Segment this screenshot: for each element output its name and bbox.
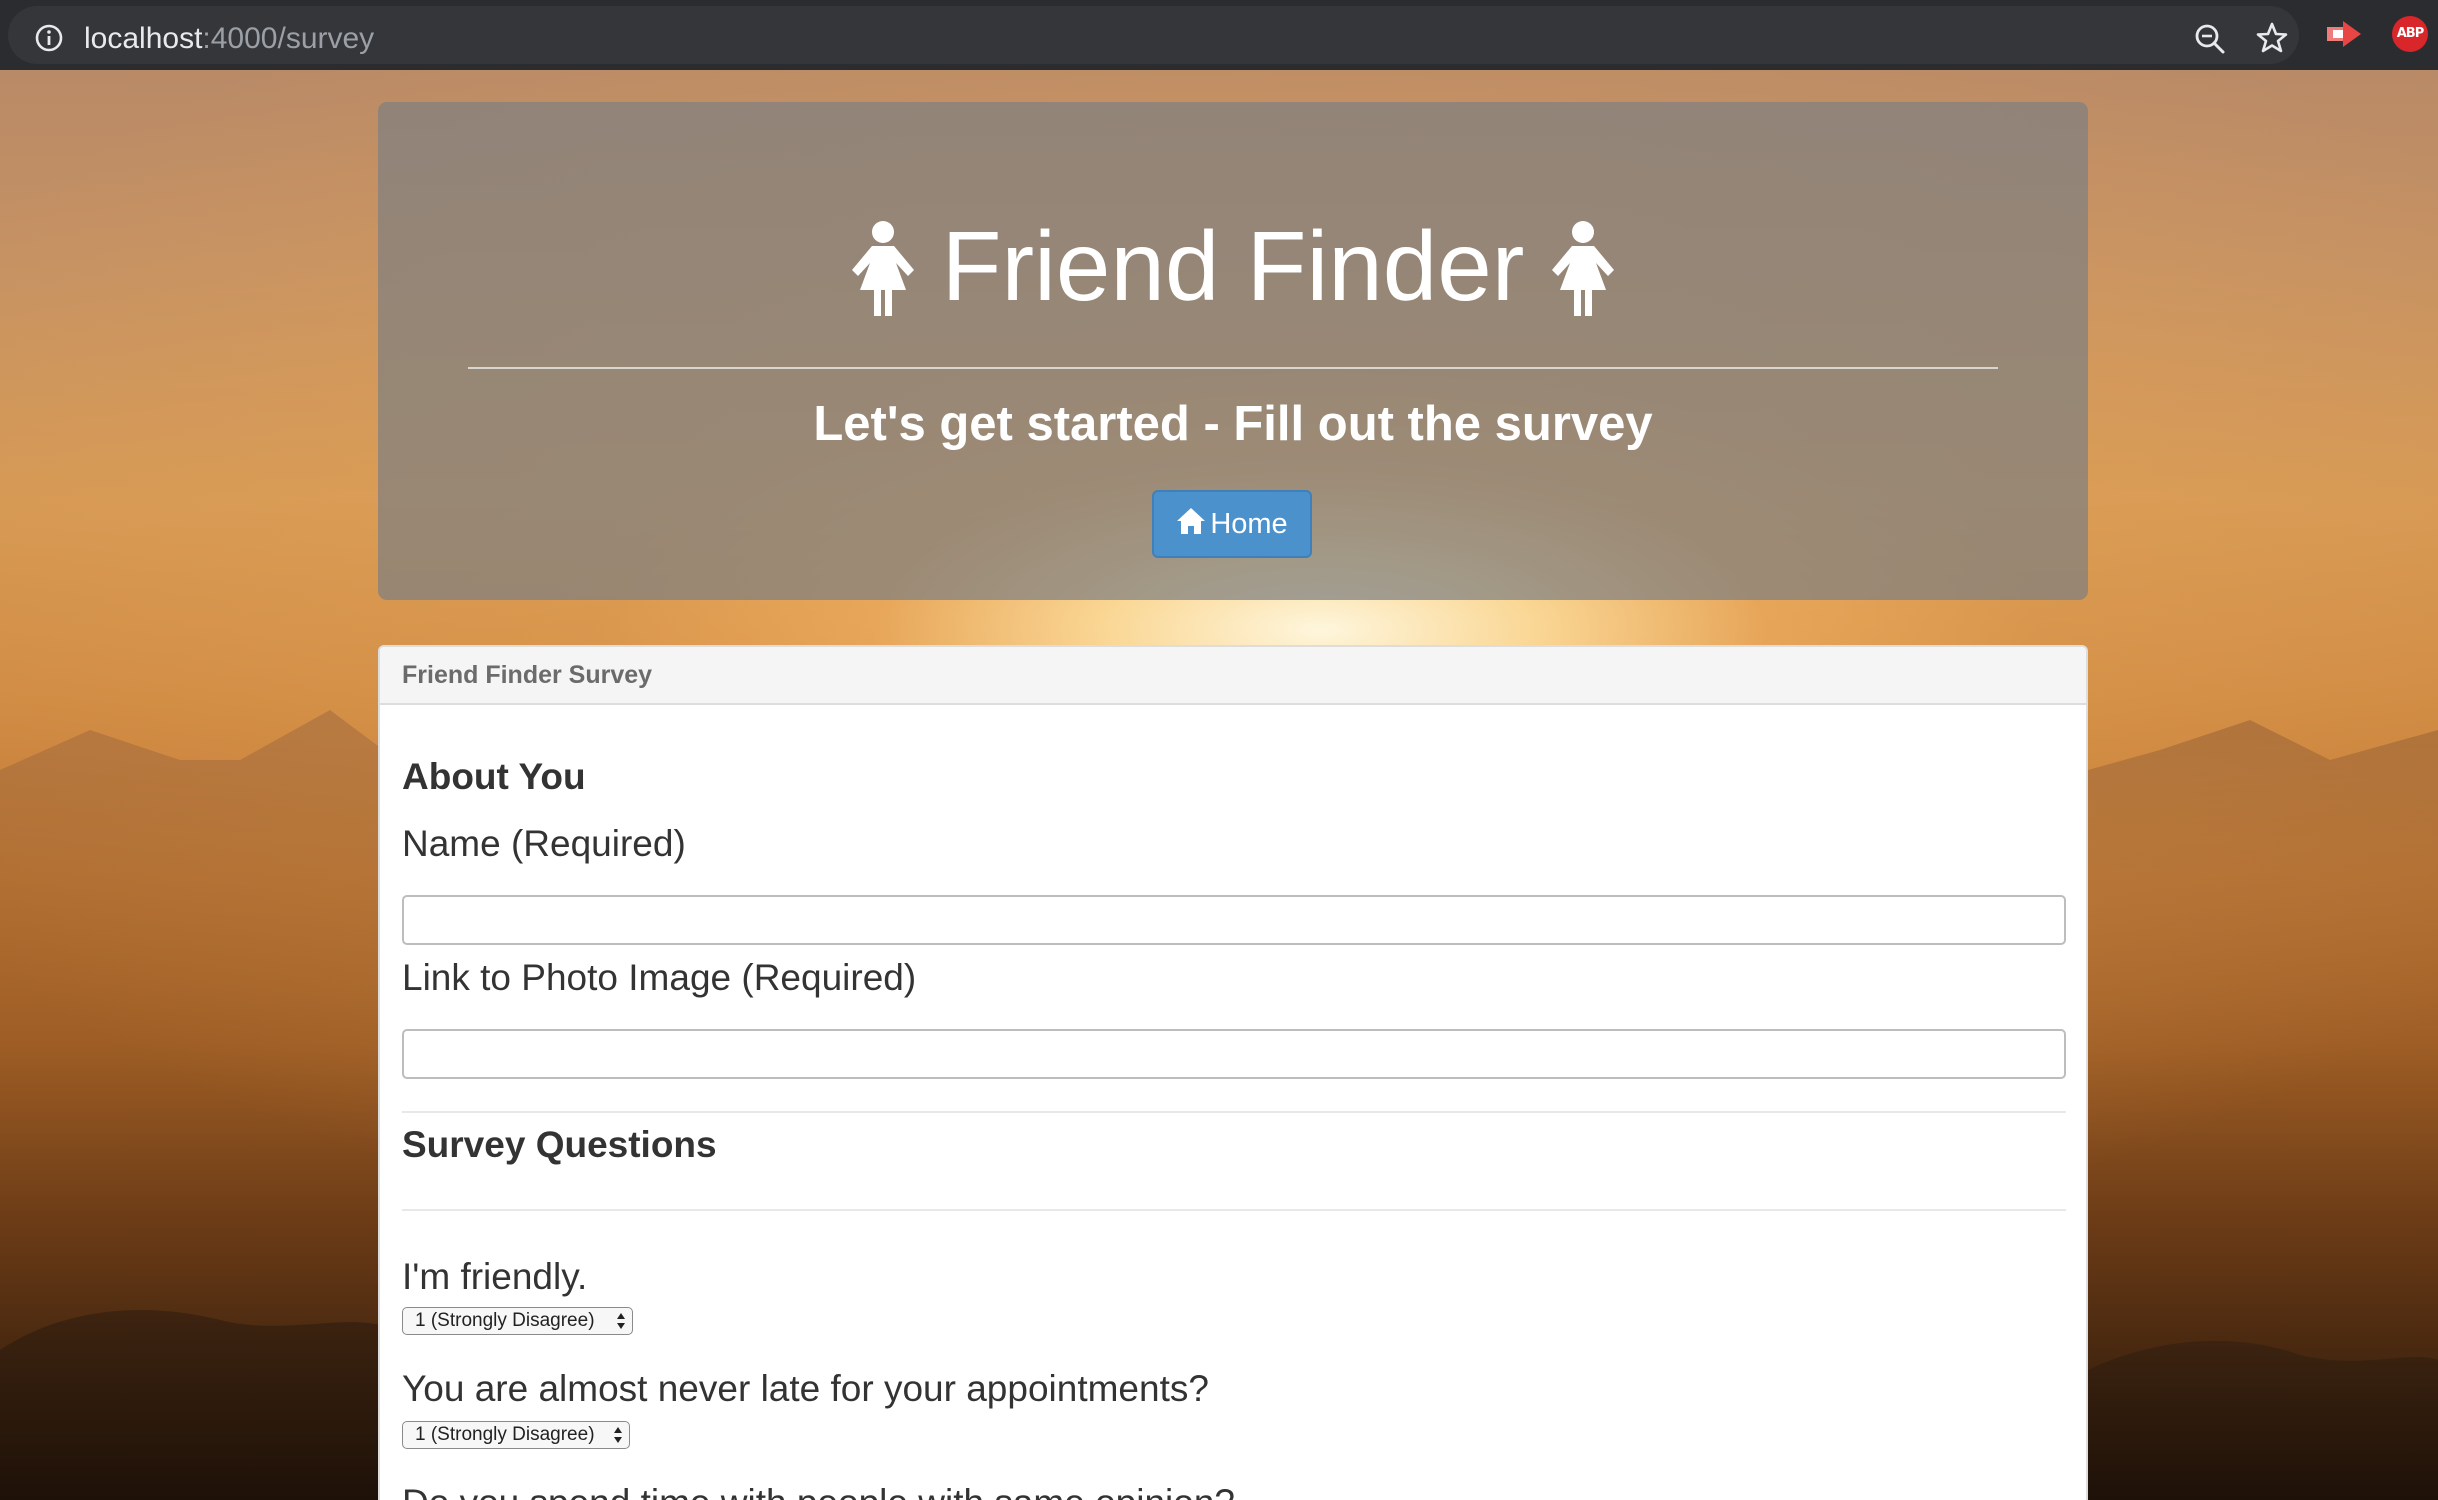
about-heading: About You	[402, 756, 586, 797]
info-icon[interactable]	[34, 23, 64, 53]
name-label: Name (Required)	[402, 823, 686, 864]
title-text: Friend Finder	[941, 211, 1525, 321]
address-bar[interactable]: localhost:4000/survey	[8, 6, 2299, 64]
url-path: :4000/survey	[202, 22, 375, 55]
page-background: Friend Finder Let's get started - Fill o…	[0, 70, 2438, 1500]
photo-label: Link to Photo Image (Required)	[402, 957, 917, 998]
select-arrows-icon	[617, 1313, 625, 1329]
question-label: Do you spend time with people with same …	[402, 1481, 1235, 1500]
female-person-icon	[851, 221, 914, 317]
survey-panel: Friend Finder Survey About You Name (Req…	[378, 645, 2088, 1500]
star-icon[interactable]	[2255, 21, 2289, 55]
question-label: You are almost never late for your appoi…	[402, 1368, 1209, 1409]
question-label: I'm friendly.	[402, 1256, 588, 1297]
house-icon	[1177, 508, 1206, 534]
url-text[interactable]: localhost:4000/survey	[84, 21, 374, 57]
jumbotron-header: Friend Finder Let's get started - Fill o…	[378, 102, 2088, 600]
select-arrows-icon	[614, 1427, 622, 1443]
select-value: 1 (Strongly Disagree)	[415, 1310, 595, 1331]
select-value: 1 (Strongly Disagree)	[415, 1424, 595, 1445]
title-divider	[468, 367, 1998, 369]
zoom-icon[interactable]	[2193, 22, 2227, 56]
photo-link-input[interactable]	[402, 1029, 2066, 1079]
name-input[interactable]	[402, 895, 2066, 945]
home-button-label: Home	[1210, 508, 1288, 540]
question-select[interactable]: 1 (Strongly Disagree)	[402, 1307, 633, 1335]
panel-heading: Friend Finder Survey	[380, 647, 2086, 705]
url-host: localhost	[84, 22, 203, 55]
divider	[402, 1209, 2066, 1211]
survey-questions-heading: Survey Questions	[402, 1124, 717, 1165]
extension-icon[interactable]	[2325, 17, 2365, 51]
page-title: Friend Finder	[378, 210, 2088, 322]
home-button[interactable]: Home	[1152, 490, 1312, 558]
browser-toolbar: localhost:4000/survey ABP	[0, 0, 2438, 70]
question-select[interactable]: 1 (Strongly Disagree)	[402, 1421, 630, 1449]
abp-icon[interactable]: ABP	[2392, 16, 2428, 52]
page-subtitle: Let's get started - Fill out the survey	[813, 397, 1653, 451]
female-person-icon	[1552, 221, 1615, 317]
divider	[402, 1111, 2066, 1113]
